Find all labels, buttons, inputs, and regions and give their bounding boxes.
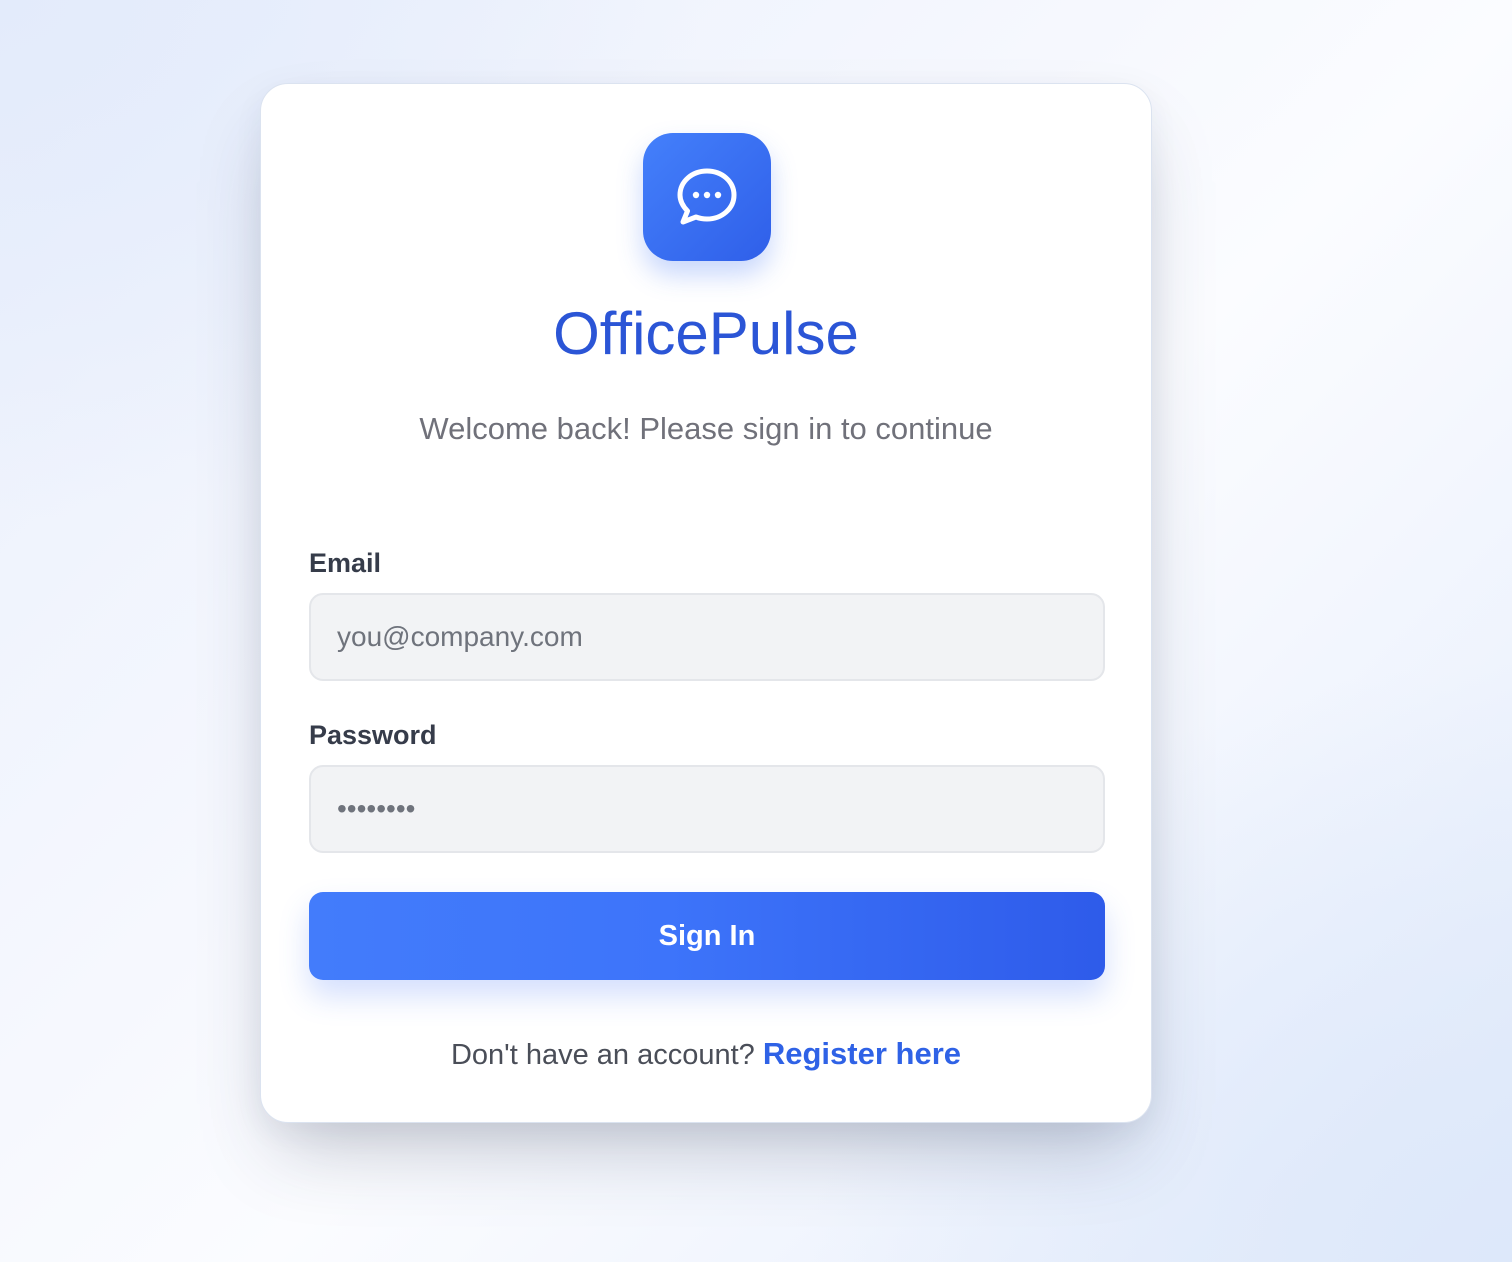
register-prompt-text: Don't have an account? (450, 1039, 755, 1071)
app-title: OfficePulse (553, 300, 859, 367)
welcome-subtitle: Welcome back! Please sign in to continue (419, 411, 993, 446)
password-label: Password (309, 720, 437, 750)
app-logo (643, 133, 771, 261)
register-link[interactable]: Register here (763, 1036, 961, 1071)
register-prompt: Don't have an account? Register here (261, 1036, 1151, 1073)
email-label: Email (309, 548, 382, 578)
password-field[interactable] (309, 765, 1105, 853)
login-card: OfficePulse Welcome back! Please sign in… (260, 83, 1152, 1123)
chat-bubble-icon (677, 168, 737, 225)
email-field[interactable] (309, 593, 1105, 681)
sign-in-button[interactable]: Sign In (309, 892, 1105, 980)
